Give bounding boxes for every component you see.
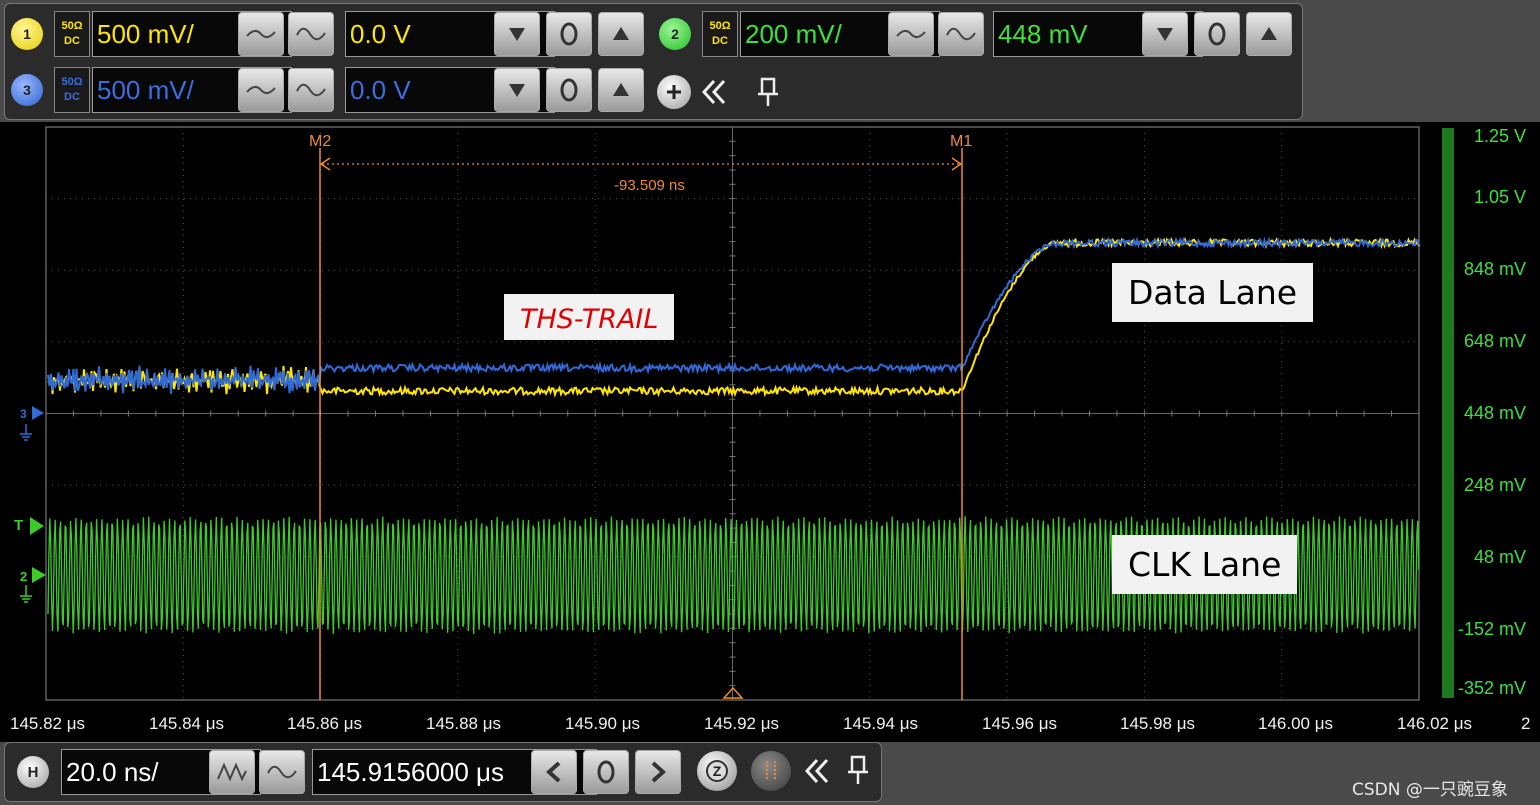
zoom-icon[interactable]: Z <box>697 751 737 791</box>
x-axis-suffix: 2 <box>1521 714 1531 733</box>
x-axis-label: 145.94 μs <box>843 714 919 733</box>
arrow-left-icon[interactable] <box>531 750 577 794</box>
marker-m1-label[interactable]: M1 <box>950 133 972 151</box>
y-axis-label: 1.05 V <box>1473 187 1526 207</box>
x-axis-label: 145.86 μs <box>287 714 363 733</box>
x-axis-label: 145.92 μs <box>704 714 780 733</box>
timebase-wave-icon[interactable] <box>209 750 255 794</box>
ground-marker-label: 3 <box>20 407 27 421</box>
y-axis-label: 648 mV <box>1463 331 1526 351</box>
trigger-level-marker[interactable]: T <box>14 515 46 537</box>
y-axis-label: 848 mV <box>1463 259 1526 279</box>
ground-marker-label: 2 <box>20 569 28 584</box>
x-axis-label: 146.00 μs <box>1258 714 1334 733</box>
arrow-right-icon[interactable] <box>635 750 681 794</box>
high-freq-wave-icon[interactable] <box>259 750 305 794</box>
x-axis-label: 145.90 μs <box>565 714 641 733</box>
y-axis-label: 1.25 V <box>1473 126 1526 146</box>
x-axis-label: 145.98 μs <box>1120 714 1196 733</box>
ths-trail-annotation: THS-TRAIL <box>504 294 675 340</box>
y-axis-label: -152 mV <box>1457 619 1526 639</box>
grid-icon[interactable] <box>751 751 791 791</box>
y-axis-label: 448 mV <box>1463 403 1526 423</box>
y-axis-label: 48 mV <box>1473 547 1526 567</box>
collapse-icon[interactable] <box>801 754 835 788</box>
marker-delta-readout: -93.509 ns <box>614 177 685 194</box>
channel-2-ground-marker[interactable]: 2 <box>18 565 48 605</box>
zero-icon[interactable] <box>583 750 629 794</box>
y-axis-label: -352 mV <box>1457 678 1526 698</box>
x-axis-label: 145.96 μs <box>982 714 1058 733</box>
x-axis-label: 145.84 μs <box>149 714 225 733</box>
data-lane-annotation: Data Lane <box>1112 263 1314 322</box>
x-axis-label: 146.02 μs <box>1397 714 1473 733</box>
x-axis-label: 145.82 μs <box>10 714 86 733</box>
svg-text:Z: Z <box>713 763 722 779</box>
clk-lane-annotation: CLK Lane <box>1112 535 1298 594</box>
trigger-marker-label: T <box>14 517 24 534</box>
y-axis-label: 248 mV <box>1463 475 1526 495</box>
pin-icon[interactable] <box>843 753 873 787</box>
marker-m2-label[interactable]: M2 <box>309 133 331 151</box>
h-icon[interactable]: H <box>17 756 49 788</box>
horizontal-control-panel: H 20.0 ns/ 145.9156000 μs Z <box>4 742 882 802</box>
channel-3-ground-marker[interactable]: 3 <box>18 404 48 442</box>
watermark: CSDN @一只豌豆象 <box>1352 780 1508 800</box>
waveform-graticule <box>45 126 1454 701</box>
x-axis-label: 145.88 μs <box>426 714 502 733</box>
